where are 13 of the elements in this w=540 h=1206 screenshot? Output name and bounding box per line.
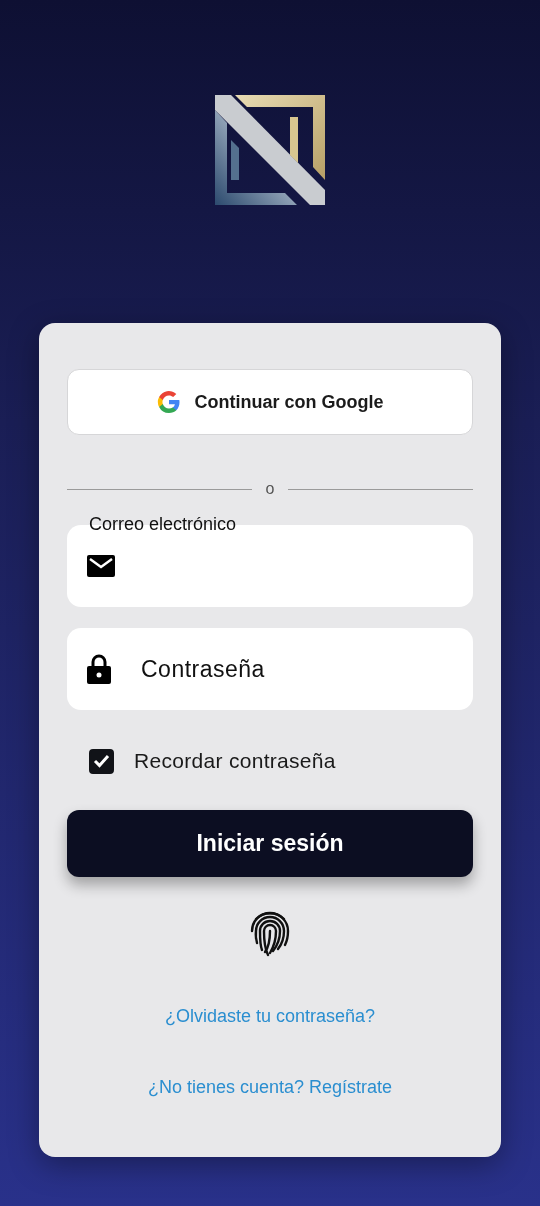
email-label: Correo electrónico bbox=[89, 514, 237, 536]
login-button[interactable]: Iniciar sesión bbox=[67, 810, 473, 877]
fingerprint-icon[interactable] bbox=[248, 909, 292, 959]
google-signin-button[interactable]: Continuar con Google bbox=[67, 369, 473, 435]
check-icon bbox=[93, 754, 110, 768]
remember-label: Recordar contraseña bbox=[134, 748, 336, 775]
logo-icon bbox=[215, 95, 325, 205]
google-g-icon bbox=[156, 390, 181, 414]
remember-checkbox[interactable] bbox=[89, 748, 114, 774]
password-field[interactable]: Contraseña bbox=[67, 628, 473, 710]
divider-label: o bbox=[264, 479, 276, 499]
lock-icon bbox=[87, 654, 111, 684]
mail-icon bbox=[87, 555, 115, 577]
